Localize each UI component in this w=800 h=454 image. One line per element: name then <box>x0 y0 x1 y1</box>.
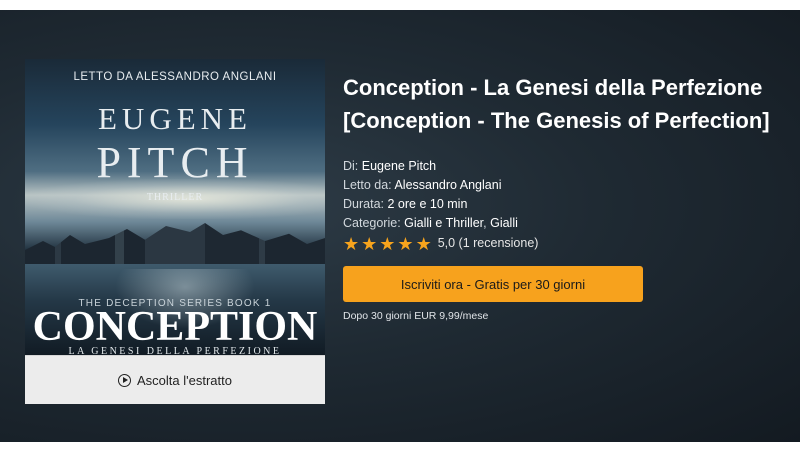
duration-value: 2 ore e 10 min <box>387 197 468 211</box>
star-icon: ★ <box>361 233 378 254</box>
star-icon: ★ <box>397 233 414 254</box>
duration-row: Durata: 2 ore e 10 min <box>343 195 788 214</box>
book-info: Conception - La Genesi della Perfezione … <box>343 71 788 322</box>
rating-text: 5,0 (1 recensione) <box>437 236 539 250</box>
star-icon: ★ <box>343 233 360 254</box>
page-title: Conception - La Genesi della Perfezione … <box>343 75 770 133</box>
book-cover[interactable]: LETTO DA ALESSANDRO ANGLANI EUGENE PITCH… <box>25 59 325 355</box>
narrator-link[interactable]: Alessandro Anglani <box>394 178 501 192</box>
cover-author-last: PITCH <box>96 138 254 187</box>
cover-author-first: EUGENE <box>98 101 252 136</box>
play-circle-icon <box>118 373 132 387</box>
category-link-gialli-e-thriller[interactable]: Gialli e Thriller <box>404 216 483 230</box>
narrator-label: Letto da: <box>343 178 392 192</box>
listen-sample-label: Ascolta l'estratto <box>137 372 232 388</box>
categories-label: Categorie: <box>343 216 401 230</box>
author-label: Di: <box>343 159 359 173</box>
price-note: Dopo 30 giorni EUR 9,99/mese <box>343 310 489 322</box>
category-link-gialli[interactable]: Gialli <box>490 216 518 230</box>
cover-narrator: LETTO DA ALESSANDRO ANGLANI <box>73 71 277 83</box>
cover-genre: THRILLER <box>146 192 204 203</box>
star-icon: ★ <box>379 233 396 254</box>
star-icon: ★ <box>415 233 432 254</box>
cover-subtitle: LA GENESI DELLA PERFEZIONE <box>68 346 282 355</box>
narrator-row: Letto da: Alessandro Anglani <box>343 176 788 195</box>
rating[interactable]: ★ ★ ★ ★ ★ 5,0 (1 recensione) <box>343 234 788 253</box>
hero-banner: LETTO DA ALESSANDRO ANGLANI EUGENE PITCH… <box>0 10 800 442</box>
category-separator: , <box>483 216 487 230</box>
listen-sample-button[interactable]: Ascolta l'estratto <box>25 355 325 404</box>
cover-title: CONCEPTION <box>32 304 318 350</box>
duration-label: Durata: <box>343 197 384 211</box>
categories-row: Categorie: Gialli e Thriller, Gialli <box>343 214 788 233</box>
book-meta: Di: Eugene Pitch Letto da: Alessandro An… <box>343 157 788 253</box>
author-link[interactable]: Eugene Pitch <box>362 159 436 173</box>
author-row: Di: Eugene Pitch <box>343 157 788 176</box>
subscribe-button[interactable]: Iscriviti ora - Gratis per 30 giorni <box>343 266 643 302</box>
